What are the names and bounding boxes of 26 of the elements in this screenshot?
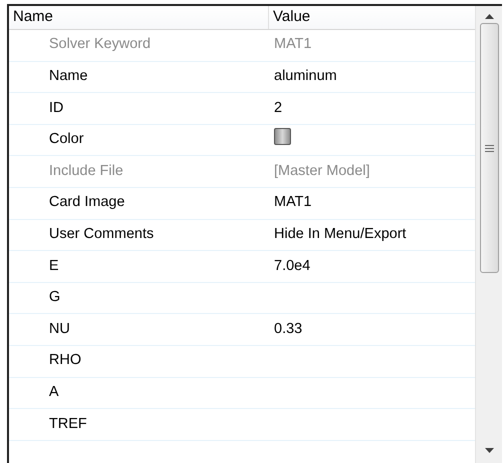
property-value[interactable]: 7.0e4 [269, 256, 310, 278]
column-header[interactable]: Value [269, 6, 310, 29]
property-value[interactable]: Hide In Menu/Export [269, 224, 406, 246]
property-name: Name [48, 67, 89, 86]
property-name: G [48, 288, 62, 308]
property-name: RHO [48, 351, 82, 370]
column-header[interactable]: Name [9, 6, 269, 29]
property-value[interactable]: 2 [269, 98, 282, 120]
property-name: Color [48, 130, 85, 150]
color-swatch[interactable] [274, 128, 291, 145]
property-name: Solver Keyword [48, 35, 152, 54]
scrollbar-thumb[interactable] [480, 23, 498, 273]
property-value[interactable]: MAT1 [269, 192, 312, 214]
property-name: Include File [48, 162, 124, 181]
grip-icon [484, 144, 494, 152]
scroll-up-icon[interactable] [484, 14, 494, 19]
property-name: NU [48, 320, 71, 339]
property-name: Card Image [48, 193, 126, 212]
property-name: ID [48, 98, 64, 118]
property-name: E [48, 256, 60, 276]
property-name: TREF [48, 414, 88, 434]
property-name: A [48, 382, 60, 402]
property-name: User Comments [48, 224, 155, 244]
scroll-down-icon[interactable] [484, 448, 494, 453]
property-value[interactable]: 0.33 [269, 318, 302, 341]
property-value[interactable]: aluminum [269, 66, 337, 88]
